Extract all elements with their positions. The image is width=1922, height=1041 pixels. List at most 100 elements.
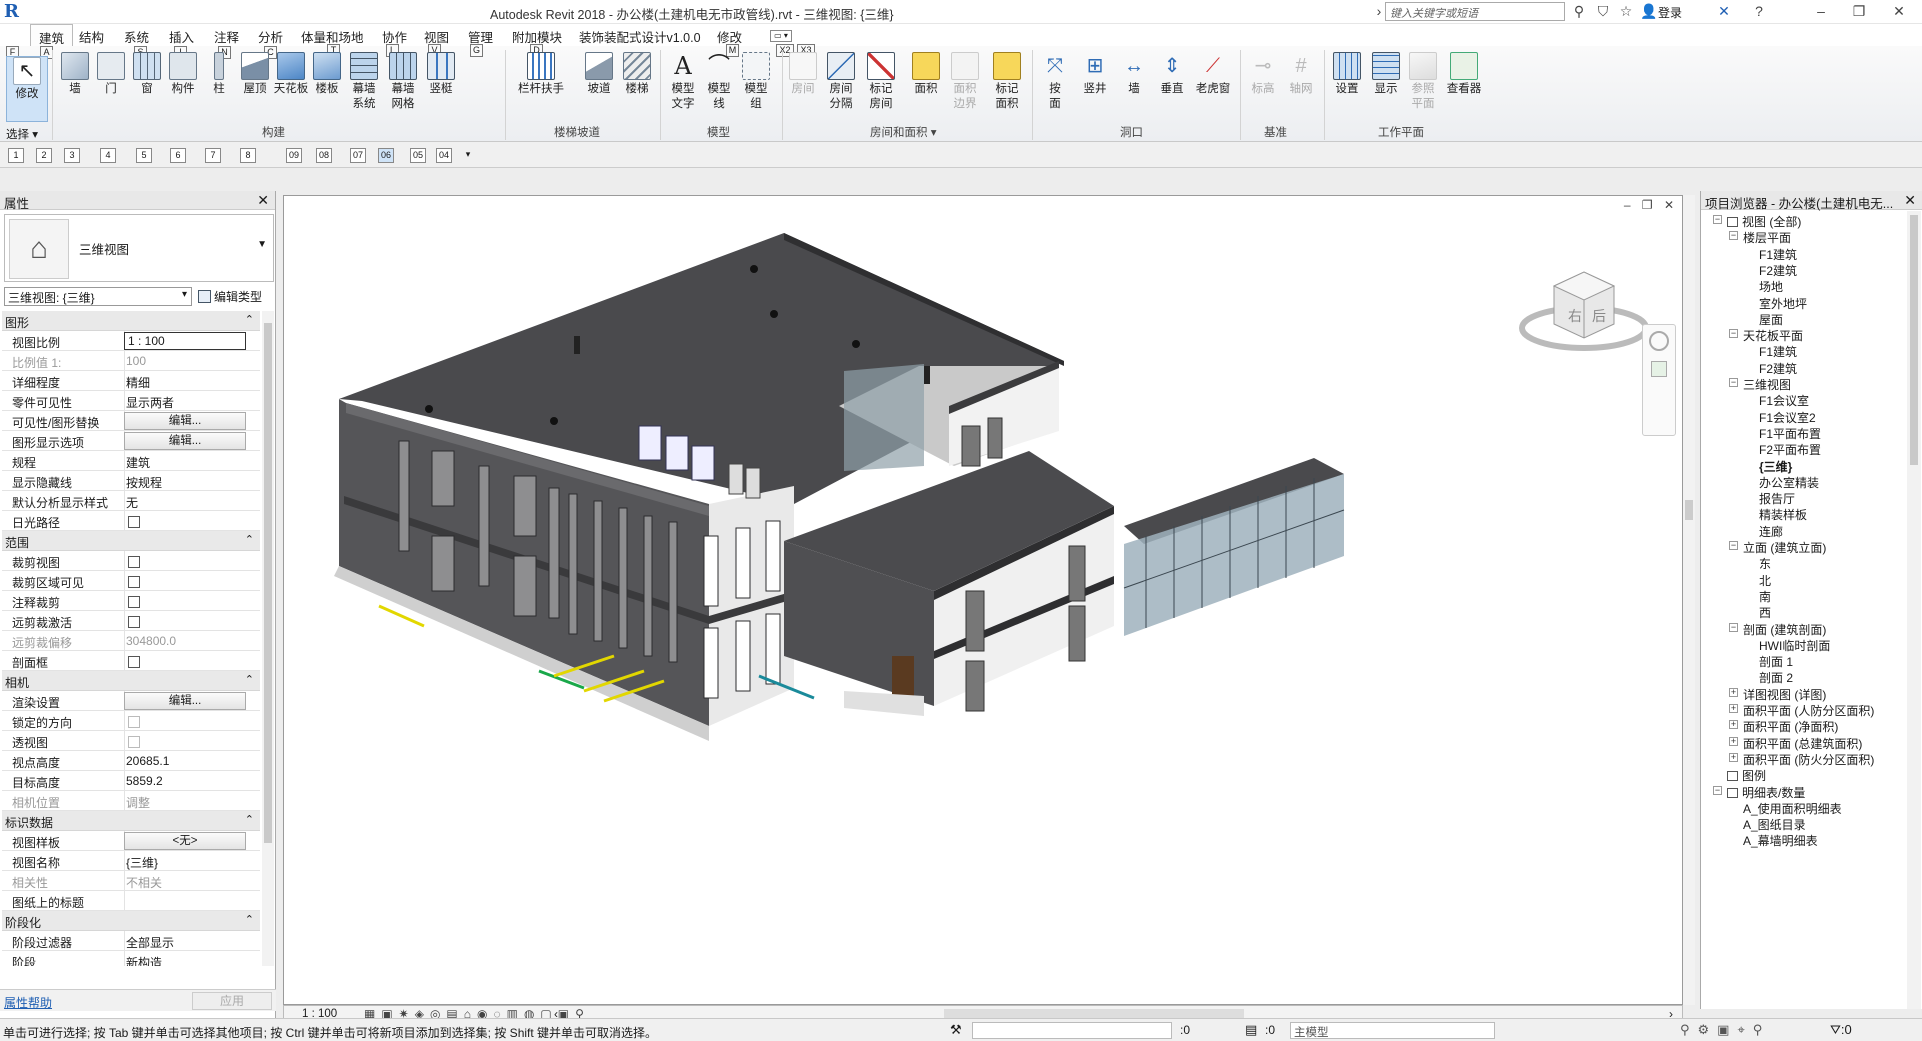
star-icon[interactable]: ☆ xyxy=(1617,3,1635,21)
expand-icon[interactable]: + xyxy=(1729,752,1738,762)
selection-filter-icons[interactable]: ⚲⚙▣⌖⚲ xyxy=(1680,1022,1770,1038)
wall-opening-button[interactable]: ↔ 墙 xyxy=(1115,52,1153,97)
expand-icon[interactable]: + xyxy=(1729,720,1738,730)
browser-node[interactable]: 东 xyxy=(1759,555,1771,572)
expand-icon[interactable]: + xyxy=(1729,687,1738,697)
toolbar-dropdown-icon[interactable]: ▾ xyxy=(460,148,476,163)
close-icon[interactable]: ✕ xyxy=(1890,3,1908,21)
collapse-icon[interactable]: ⌃ xyxy=(245,813,254,826)
window-button[interactable]: 窗 xyxy=(128,52,166,97)
collapse-icon[interactable]: ⌃ xyxy=(245,673,254,686)
property-section[interactable]: 标识数据 ⌃ xyxy=(2,811,260,831)
ceiling-button[interactable]: 天花板 xyxy=(272,52,310,97)
maximize-icon[interactable]: ❐ xyxy=(1850,3,1868,21)
browser-node[interactable]: 屋面 xyxy=(1759,311,1783,328)
expand-icon[interactable]: + xyxy=(1729,736,1738,746)
model-line-button[interactable]: ⌒ 模型 线 xyxy=(700,52,738,112)
binoculars-icon[interactable]: ⚲ xyxy=(1570,3,1588,21)
scroll-thumb[interactable] xyxy=(1910,215,1918,465)
property-checkbox[interactable] xyxy=(128,616,140,628)
level-button[interactable]: ⊸ 标高 xyxy=(1244,52,1282,97)
view-shortcut[interactable]: 4 xyxy=(100,148,116,163)
room-button[interactable]: 房间 xyxy=(784,52,822,97)
browser-node[interactable]: + 面积平面 (人防分区面积) xyxy=(1729,702,1874,719)
subscription-icon[interactable]: ⛉ xyxy=(1594,3,1612,21)
browser-node[interactable]: HWI临时剖面 xyxy=(1759,637,1830,654)
room-area-group-label[interactable]: 房间和面积 ▾ xyxy=(870,124,936,140)
collapse-icon[interactable]: − xyxy=(1729,231,1738,241)
browser-node[interactable]: F2建筑 xyxy=(1759,262,1797,279)
by-face-button[interactable]: ⤧ 按 面 xyxy=(1036,52,1074,112)
floor-button[interactable]: 楼板 xyxy=(308,52,346,97)
curtain-grid-button[interactable]: 幕墙 网格 xyxy=(384,52,422,112)
tab-annotate[interactable]: 注释 xyxy=(210,27,243,46)
shaft-button[interactable]: ⊞ 竖井 xyxy=(1076,52,1114,97)
design-options-icon[interactable]: ▤ xyxy=(1245,1022,1257,1038)
view-shortcut[interactable]: 3 xyxy=(64,148,80,163)
browser-node[interactable]: 连廊 xyxy=(1759,523,1783,540)
browser-node[interactable]: F2建筑 xyxy=(1759,360,1797,377)
navigation-bar[interactable] xyxy=(1642,324,1676,436)
view-cube[interactable]: 右 后 xyxy=(1519,271,1649,351)
tab-decoration-design[interactable]: 装饰装配式设计v1.0.0 xyxy=(575,27,705,46)
browser-node[interactable]: 室外地坪 xyxy=(1759,295,1807,312)
property-value[interactable]: 无 xyxy=(126,494,138,511)
browser-node[interactable]: {三维} xyxy=(1759,458,1792,475)
main-model-select[interactable]: 主模型 xyxy=(1290,1022,1495,1039)
search-input[interactable]: 键入关键字或短语 xyxy=(1385,2,1565,21)
steering-wheel-icon[interactable] xyxy=(1649,331,1669,351)
ramp-button[interactable]: 坡道 xyxy=(580,52,618,97)
column-button[interactable]: 柱 xyxy=(200,52,238,97)
browser-node[interactable]: − 视图 (全部) xyxy=(1713,213,1801,230)
browser-node[interactable]: 办公室精装 xyxy=(1759,474,1819,491)
browser-node[interactable]: 剖面 1 xyxy=(1759,653,1793,670)
view-shortcut[interactable]: 1 xyxy=(8,148,24,163)
browser-node[interactable]: + 面积平面 (防火分区面积) xyxy=(1729,751,1874,768)
browser-node[interactable]: 剖面 2 xyxy=(1759,669,1793,686)
browser-node[interactable]: 西 xyxy=(1759,604,1771,621)
properties-help-link[interactable]: 属性帮助 xyxy=(4,994,52,1011)
browser-node[interactable]: F1建筑 xyxy=(1759,246,1797,263)
property-value[interactable]: 建筑 xyxy=(126,454,150,471)
modify-button[interactable]: ↖ 修改 xyxy=(6,56,48,122)
vertical-opening-button[interactable]: ⇕ 垂直 xyxy=(1153,52,1191,97)
property-value[interactable]: 精细 xyxy=(126,374,150,391)
view-shortcut[interactable]: 5 xyxy=(136,148,152,163)
collapse-icon[interactable]: − xyxy=(1729,541,1738,550)
view-shortcut[interactable]: 7 xyxy=(205,148,221,163)
property-value[interactable]: 新构造 xyxy=(126,954,162,966)
area-button[interactable]: 面积 xyxy=(907,52,945,97)
property-section[interactable]: 图形 ⌃ xyxy=(2,311,260,331)
browser-node[interactable]: − 楼层平面 xyxy=(1729,229,1791,246)
door-button[interactable]: 门 xyxy=(92,52,130,97)
instance-filter-select[interactable]: 三维视图: {三维} ▾ xyxy=(4,287,192,306)
zoom-icon[interactable] xyxy=(1651,361,1667,377)
property-value[interactable]: 全部显示 xyxy=(126,934,174,951)
tag-area-button[interactable]: 标记 面积 xyxy=(988,52,1026,112)
browser-node[interactable]: F1建筑 xyxy=(1759,343,1797,360)
browser-node[interactable]: 精装样板 xyxy=(1759,506,1807,523)
property-checkbox[interactable] xyxy=(128,596,140,608)
tab-architecture[interactable]: 建筑 xyxy=(30,24,74,46)
collapse-icon[interactable]: ⌃ xyxy=(245,913,254,926)
revit-logo-icon[interactable]: R xyxy=(4,1,22,22)
browser-scrollbar[interactable] xyxy=(1907,211,1921,1009)
viewport-vscrollbar[interactable] xyxy=(1683,195,1695,1005)
view-shortcut[interactable]: 8 xyxy=(240,148,256,163)
tag-room-button[interactable]: 标记 房间 xyxy=(862,52,900,112)
show-workplane-button[interactable]: 显示 xyxy=(1367,52,1405,97)
tab-analyze[interactable]: 分析 xyxy=(254,27,287,46)
property-edit-button[interactable]: <无> xyxy=(124,832,246,850)
browser-node[interactable]: − 天花板平面 xyxy=(1729,327,1803,344)
browser-node[interactable]: A_使用面积明细表 xyxy=(1743,800,1842,817)
property-edit-button[interactable]: 编辑... xyxy=(124,692,246,710)
3d-viewport[interactable]: – ❐ ✕ 右 后 xyxy=(283,195,1683,1005)
browser-node[interactable]: F1会议室 xyxy=(1759,392,1809,409)
type-selector[interactable]: ⌂ 三维视图 ▼ xyxy=(4,214,274,282)
property-edit-button[interactable]: 编辑... xyxy=(124,412,246,430)
view-shortcut[interactable]: 09 xyxy=(286,148,302,163)
property-value[interactable]: 按规程 xyxy=(126,474,162,491)
browser-node[interactable]: 南 xyxy=(1759,588,1771,605)
browser-node[interactable]: 北 xyxy=(1759,572,1771,589)
property-section[interactable]: 范围 ⌃ xyxy=(2,531,260,551)
